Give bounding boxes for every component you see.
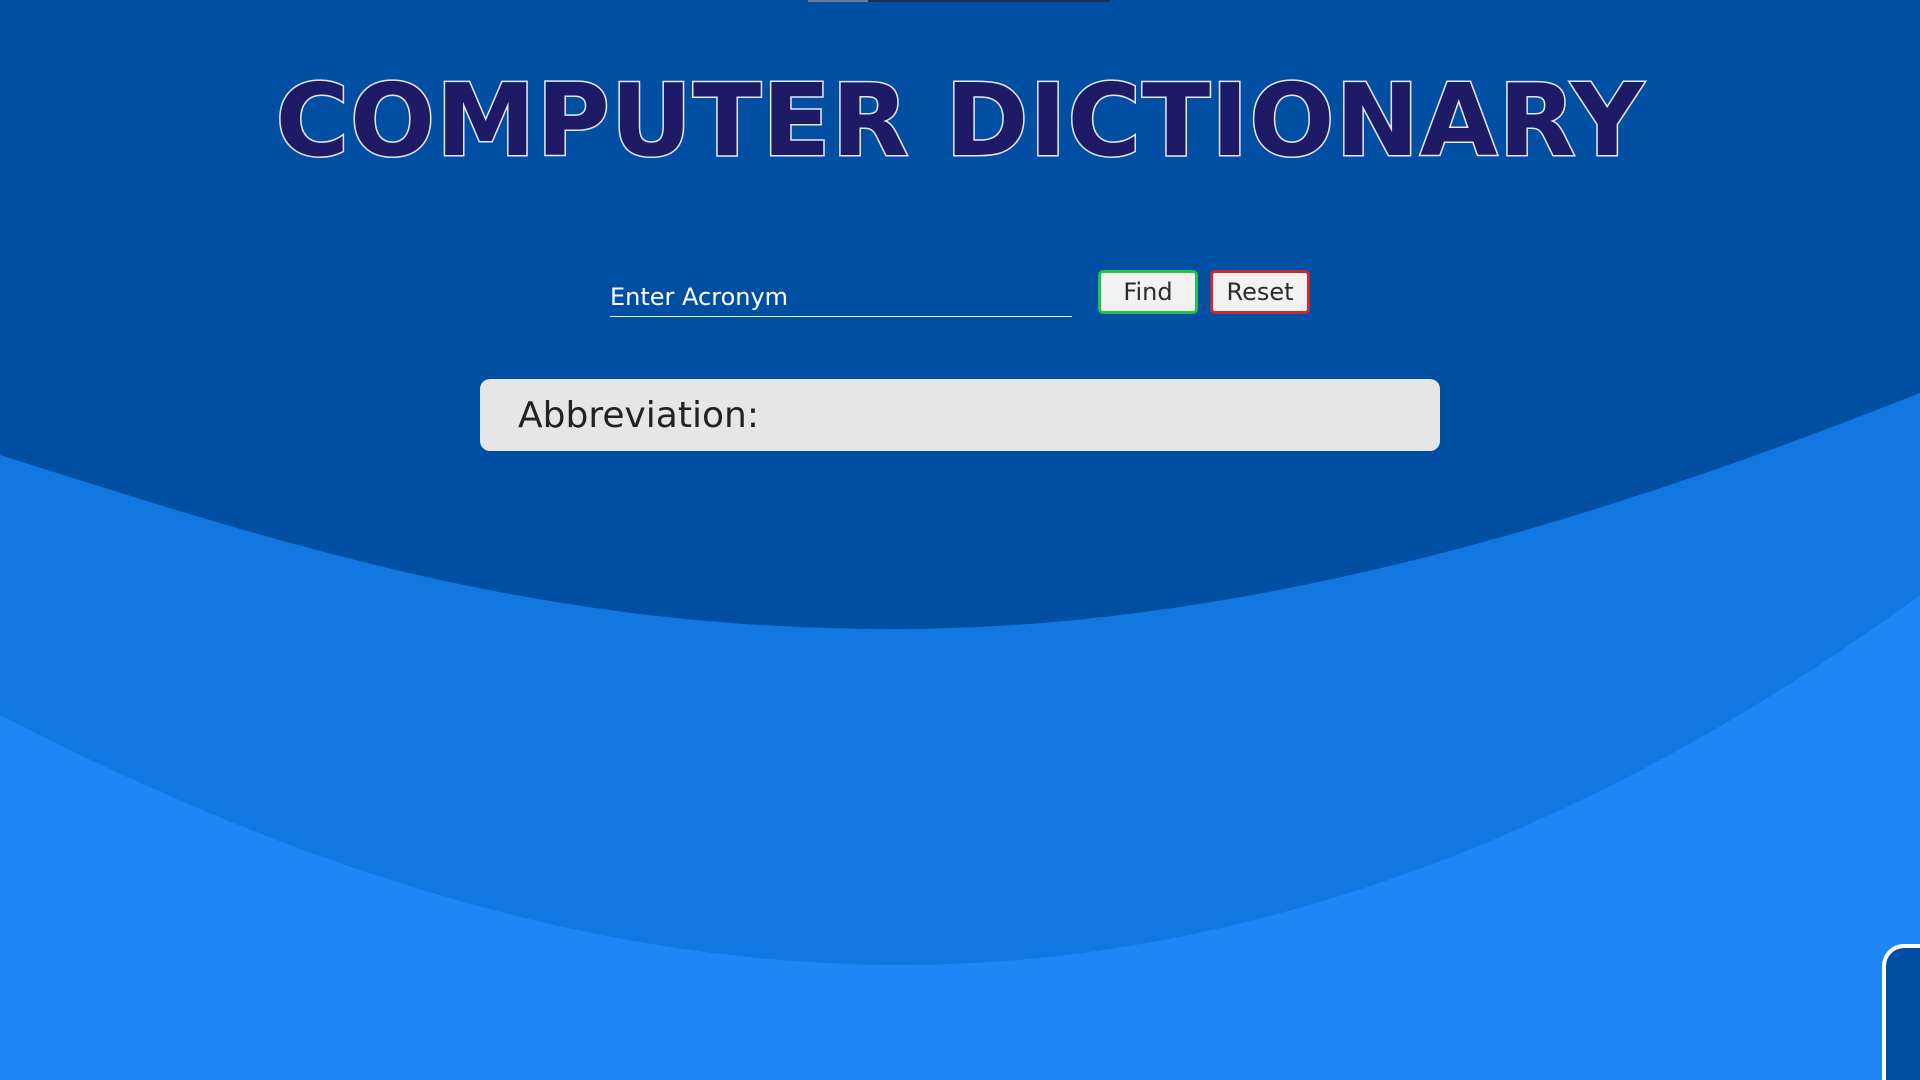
top-scroll-indicator	[808, 0, 1110, 2]
reset-button[interactable]: Reset	[1210, 270, 1310, 314]
corner-tab[interactable]	[1882, 944, 1920, 1080]
top-scroll-indicator-thumb	[808, 0, 868, 2]
abbreviation-label: Abbreviation:	[518, 394, 759, 436]
page-title: COMPUTER DICTIONARY	[274, 61, 1645, 181]
acronym-input[interactable]	[610, 278, 1072, 317]
abbreviation-result-box: Abbreviation:	[480, 379, 1440, 451]
find-button[interactable]: Find	[1098, 270, 1198, 314]
